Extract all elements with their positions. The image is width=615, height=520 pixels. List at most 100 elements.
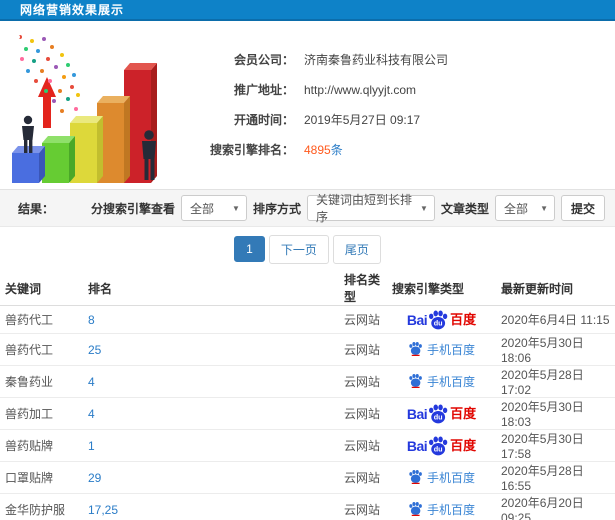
- rank-link[interactable]: 25: [88, 343, 101, 357]
- keyword-cell: 兽药代工: [0, 305, 83, 334]
- rank-type-cell: 云网站: [339, 397, 387, 430]
- updated-cell: 2020年5月30日 17:58: [496, 429, 615, 462]
- company-label: 会员公司：: [233, 53, 294, 67]
- baidu-logo: Bai du 百度: [406, 310, 477, 329]
- table-row: 金华防护服 17,25 云网站 Bai du: [0, 493, 615, 520]
- updated-cell: 2020年6月20日 09:25: [496, 493, 615, 520]
- sort-filter-label: 排序方式: [252, 201, 301, 216]
- keyword-cell: 口罩贴牌: [0, 461, 83, 494]
- last-page-button[interactable]: 尾页: [332, 234, 381, 264]
- next-page-button[interactable]: 下一页: [268, 234, 329, 264]
- baidu-logo: Bai du 百度: [406, 436, 477, 455]
- rank-type-cell: 云网站: [339, 305, 387, 334]
- mobile-baidu-label: 手机百度: [426, 343, 475, 357]
- mobile-baidu-paw-icon: [408, 501, 423, 519]
- ranking-count-unit: 条: [330, 143, 343, 157]
- open-time-value: 2019年5月27日 09:17: [304, 113, 421, 127]
- keyword-cell: 金华防护服: [0, 493, 83, 520]
- keyword-cell: 秦鲁药业: [0, 365, 83, 398]
- keyword-cell: 兽药贴牌: [0, 429, 83, 462]
- filter-controls: 分搜索引擎查看 全部 ▼ 排序方式 关键词由短到长排序 ▼ 文章类型 全部 ▼ …: [91, 193, 605, 224]
- ranking-count-number: 4895: [304, 143, 331, 157]
- keyword-table-body: 兽药代工 8 云网站 Bai du 百度 2020年6月4日 11:15 兽药代…: [0, 305, 615, 520]
- sort-filter-select[interactable]: 关键词由短到长排序 ▼: [306, 193, 435, 224]
- pagination: 1 下一页 尾页: [0, 227, 615, 271]
- submit-button[interactable]: 提交: [560, 195, 605, 221]
- rank-type-cell: 云网站: [339, 429, 387, 462]
- baidu-paw-icon: du: [429, 404, 448, 423]
- svg-text:du: du: [434, 412, 443, 421]
- confetti-decoration: [16, 35, 20, 39]
- page-header: 网络营销效果展示: [0, 0, 615, 21]
- updated-cell: 2020年5月30日 18:06: [496, 333, 615, 366]
- keyword-cell: 兽药加工: [0, 397, 83, 430]
- page-title: 网络营销效果展示: [20, 3, 125, 17]
- table-header-row: 关键词 排名 排名类型 搜索引擎类型 最新更新时间: [0, 271, 615, 306]
- svg-text:du: du: [434, 444, 443, 453]
- 3d-bar-chart-graphic: [12, 63, 157, 183]
- info-row-ranking-count: 搜索引擎排名： 4895条: [182, 141, 615, 158]
- baidu-paw-icon: du: [429, 436, 448, 455]
- engine-filter-select[interactable]: 全部 ▼: [180, 195, 247, 221]
- mobile-baidu-label: 手机百度: [426, 375, 475, 389]
- article-type-select[interactable]: 全部 ▼: [494, 195, 555, 221]
- mobile-baidu-paw-icon: [408, 469, 423, 487]
- updated-cell: 2020年5月28日 16:55: [496, 461, 615, 494]
- marketing-report-page: 网络营销效果展示 会员公司： 济南秦鲁药业科技有限公司 推广地址： http:/…: [0, 0, 615, 520]
- updated-cell: 2020年5月30日 18:03: [496, 397, 615, 430]
- col-keyword: 关键词: [0, 271, 83, 306]
- table-row: 兽药贴牌 1 云网站 Bai du 百度 2020年5月30日 17:58: [0, 429, 615, 462]
- chevron-down-icon: ▼: [540, 203, 548, 213]
- baidu-paw-icon: du: [429, 310, 448, 329]
- rank-type-cell: 云网站: [339, 365, 387, 398]
- rank-link[interactable]: 4: [88, 375, 95, 389]
- rank-link[interactable]: 8: [88, 313, 95, 327]
- col-engine-type: 搜索引擎类型: [387, 271, 496, 306]
- chevron-down-icon: ▼: [420, 203, 428, 213]
- company-link[interactable]: 济南秦鲁药业科技有限公司: [304, 51, 448, 68]
- table-row: 秦鲁药业 4 云网站 Bai du: [0, 365, 615, 398]
- mobile-baidu-logo: 手机百度: [408, 373, 475, 391]
- bar-chart-illustration: [2, 25, 182, 187]
- ranking-count-label: 搜索引擎排名：: [209, 143, 294, 157]
- table-row: 口罩贴牌 29 云网站 Bai du: [0, 461, 615, 494]
- rank-type-cell: 云网站: [339, 333, 387, 366]
- promo-url-link[interactable]: http://www.qlyyjt.com: [304, 83, 416, 97]
- page-1-button[interactable]: 1: [234, 236, 265, 262]
- up-arrow-icon: [38, 77, 56, 128]
- sort-filter-value: 关键词由短到长排序: [315, 193, 412, 224]
- member-info: 会员公司： 济南秦鲁药业科技有限公司 推广地址： http://www.qlyy…: [182, 21, 615, 189]
- keyword-cell: 兽药代工: [0, 333, 83, 366]
- col-rank: 排名: [83, 271, 339, 306]
- promo-url-label: 推广地址：: [233, 83, 294, 97]
- ranking-count-value: 4895条: [304, 141, 343, 158]
- mobile-baidu-label: 手机百度: [426, 503, 475, 517]
- rank-type-cell: 云网站: [339, 493, 387, 520]
- rank-link[interactable]: 17,25: [88, 503, 118, 517]
- info-row-company: 会员公司： 济南秦鲁药业科技有限公司: [182, 51, 615, 68]
- engine-filter-value: 全部: [189, 201, 214, 216]
- rank-link[interactable]: 4: [88, 407, 95, 421]
- info-row-open-time: 开通时间： 2019年5月27日 09:17: [182, 111, 615, 128]
- rank-type-cell: 云网站: [339, 461, 387, 494]
- table-row: 兽药代工 8 云网站 Bai du 百度 2020年6月4日 11:15: [0, 305, 615, 334]
- table-row: 兽药代工 25 云网站 Bai du: [0, 333, 615, 366]
- info-row-url: 推广地址： http://www.qlyyjt.com: [182, 81, 615, 98]
- result-label: 结果：: [18, 201, 55, 216]
- baidu-logo: Bai du 百度: [406, 404, 477, 423]
- col-rank-type: 排名类型: [339, 271, 387, 306]
- svg-text:du: du: [434, 318, 443, 327]
- updated-cell: 2020年5月28日 17:02: [496, 365, 615, 398]
- mobile-baidu-paw-icon: [408, 373, 423, 391]
- filter-bar: 结果： 分搜索引擎查看 全部 ▼ 排序方式 关键词由短到长排序 ▼ 文章类型 全…: [0, 189, 615, 227]
- mobile-baidu-logo: 手机百度: [408, 501, 475, 519]
- mobile-baidu-logo: 手机百度: [408, 341, 475, 359]
- rank-link[interactable]: 1: [88, 439, 95, 453]
- keyword-ranking-table: 关键词 排名 排名类型 搜索引擎类型 最新更新时间 兽药代工 8 云网站 Bai: [0, 271, 615, 520]
- chevron-down-icon: ▼: [232, 203, 240, 213]
- article-type-value: 全部: [503, 201, 528, 216]
- summary-section: 会员公司： 济南秦鲁药业科技有限公司 推广地址： http://www.qlyy…: [0, 21, 615, 189]
- mobile-baidu-logo: 手机百度: [408, 469, 475, 487]
- rank-link[interactable]: 29: [88, 471, 101, 485]
- open-time-label: 开通时间：: [233, 113, 294, 127]
